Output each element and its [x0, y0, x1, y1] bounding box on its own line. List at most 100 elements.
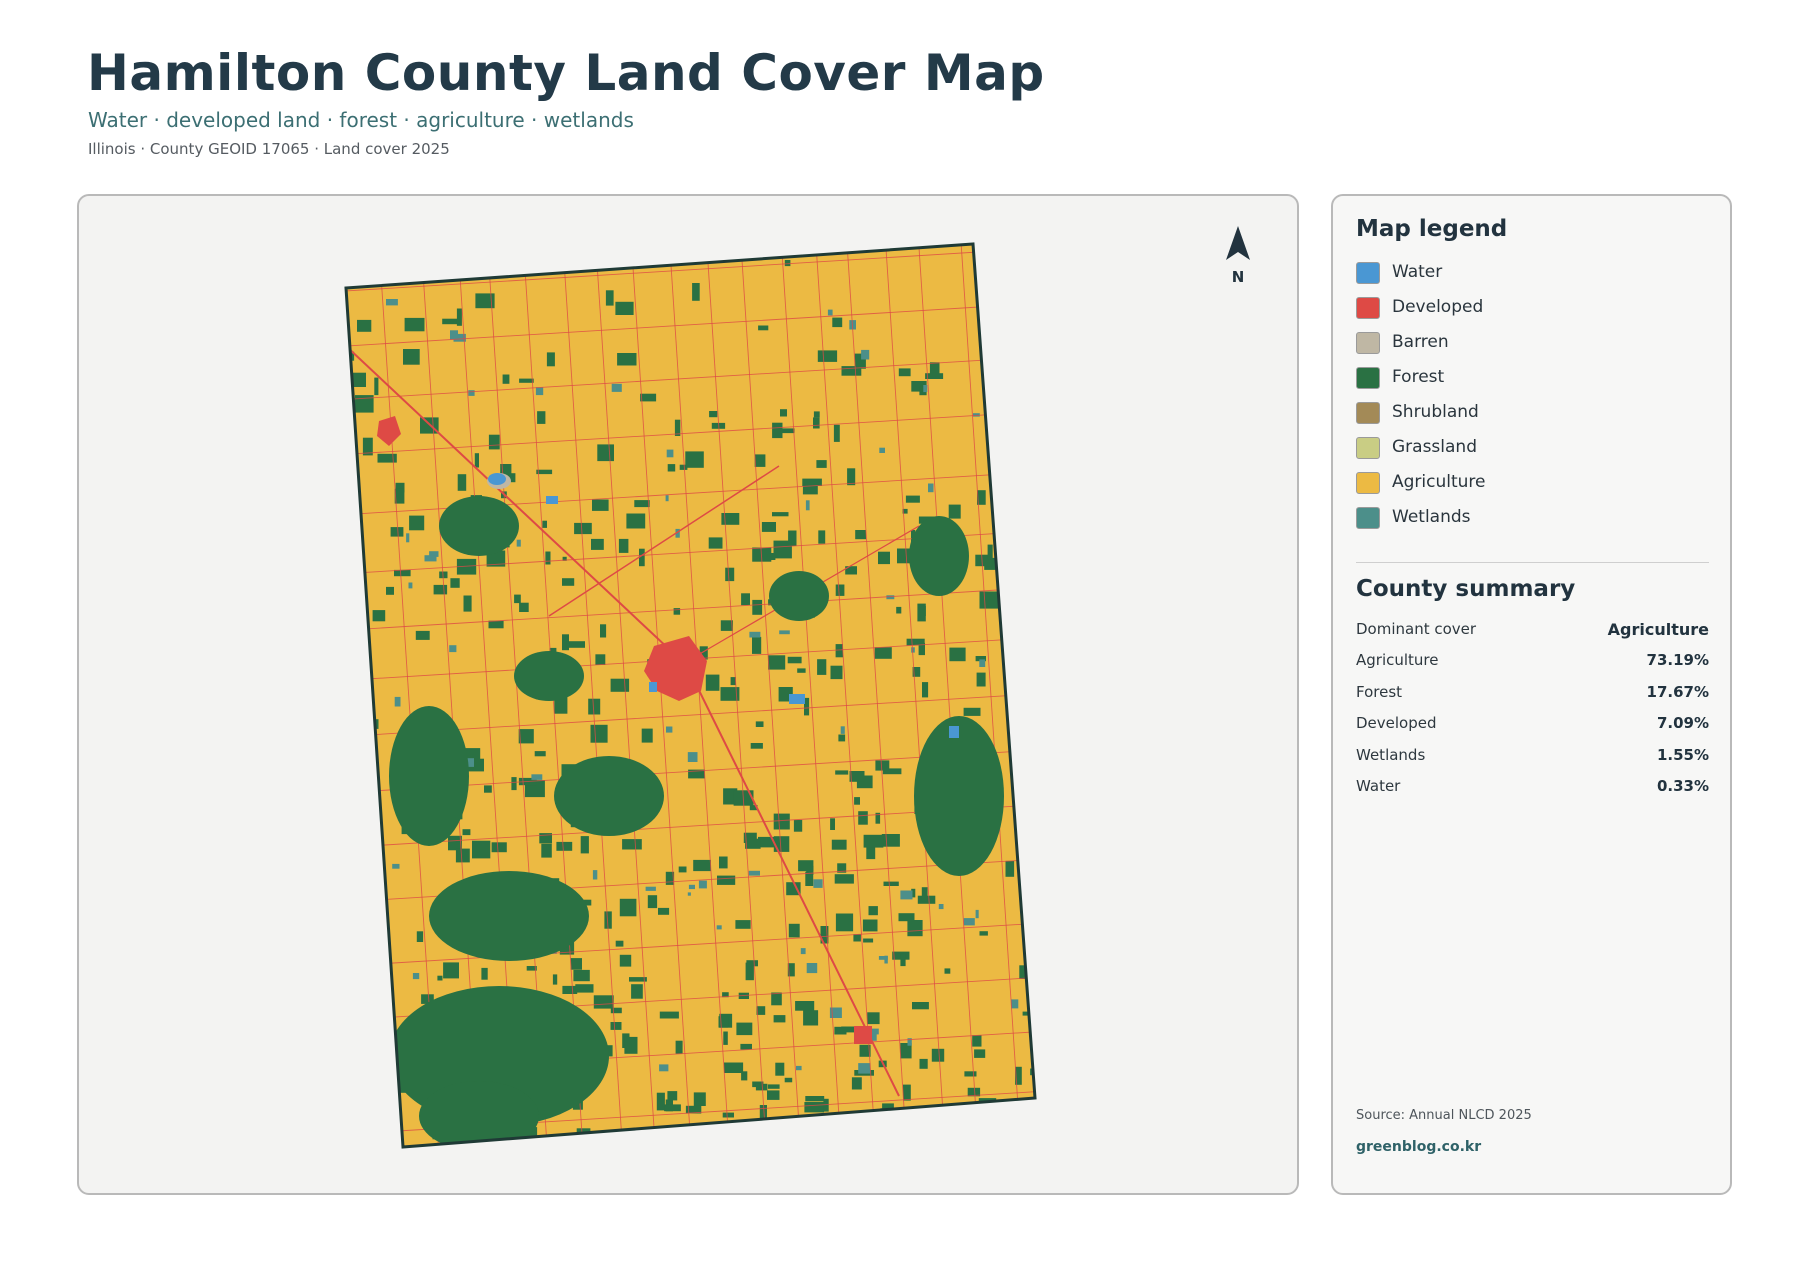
forest-patch [519, 378, 534, 383]
forest-patch [725, 567, 735, 582]
forest-patch [350, 716, 359, 726]
wetland-patch [879, 447, 885, 453]
forest-patch [718, 1016, 729, 1028]
forest-patch [387, 1030, 393, 1040]
site-link[interactable]: greenblog.co.kr [1356, 1139, 1481, 1155]
forest-patch [964, 1152, 983, 1163]
forest-patch [720, 620, 733, 631]
forest-patch [1005, 860, 1015, 877]
forest-patch [972, 1035, 982, 1047]
forest-patch [875, 760, 890, 771]
forest-patch [754, 454, 766, 467]
legend-swatch-shrubland [1356, 402, 1380, 424]
legend-swatch-forest [1356, 367, 1380, 389]
wetland-patch [928, 483, 934, 493]
land-cover-map[interactable] [79, 196, 1299, 1195]
forest-patch [900, 953, 906, 967]
forest-patch [944, 968, 951, 974]
forest-patch [1025, 825, 1032, 832]
forest-patch [858, 811, 868, 825]
forest-patch [755, 1139, 763, 1147]
forest-patch [681, 1154, 688, 1169]
legend-list: Water Developed Barren Forest Shrubland … [1356, 262, 1486, 542]
legend-swatch-developed [1356, 297, 1380, 319]
forest-patch [593, 995, 614, 1009]
forest-patch [853, 934, 861, 942]
forest-patch [724, 1062, 744, 1073]
forest-patch [994, 398, 1005, 415]
forest-patch [847, 468, 856, 486]
north-arrow-icon [1226, 226, 1250, 260]
forest-patch [835, 584, 845, 596]
forest-patch [1034, 548, 1035, 556]
forest-patch [854, 797, 860, 805]
forest-patch [755, 721, 764, 727]
forest-patch [922, 682, 929, 698]
forest-patch [462, 829, 471, 836]
forest-patch [1027, 930, 1034, 947]
forest-patch [456, 308, 462, 326]
forest-patch [566, 1141, 582, 1147]
forest-patch [685, 451, 704, 468]
forest-patch [591, 538, 604, 550]
forest-patch [855, 530, 866, 540]
legend-item: Developed [1356, 297, 1486, 332]
forest-patch [818, 530, 826, 544]
forest-patch [365, 997, 373, 1010]
summary-value: Agriculture [1607, 620, 1709, 639]
forest-patch [964, 1071, 977, 1077]
forest-patch [570, 958, 582, 970]
map-panel[interactable]: N [77, 194, 1299, 1195]
legend-label: Developed [1392, 297, 1484, 317]
wetland-patch [779, 630, 790, 635]
forest-patch [1032, 702, 1035, 710]
forest-patch [883, 881, 899, 886]
forest-patch [948, 504, 961, 519]
forest-patch [1034, 646, 1035, 654]
wetland-patch [861, 349, 870, 360]
forest-patch [433, 584, 448, 595]
forest-patch [443, 962, 459, 979]
forest-patch [929, 362, 940, 377]
wetland-patch [827, 309, 833, 316]
forest-patch [348, 482, 356, 493]
wetland-patch [716, 925, 722, 930]
forest-patch [775, 1062, 785, 1076]
wetland-patch [886, 595, 895, 600]
forest-patch [354, 1003, 364, 1017]
legend-label: Grassland [1392, 437, 1477, 457]
wetland-patch [531, 774, 543, 780]
forest-patch [409, 515, 425, 531]
wetland-patch [806, 963, 818, 974]
summary-label: Dominant cover [1356, 620, 1477, 638]
forest-patch [741, 1071, 748, 1081]
wetland-patch [408, 582, 413, 589]
forest-patch [693, 859, 711, 872]
wetland-patch [611, 383, 622, 392]
forest-patch [912, 1002, 929, 1010]
forest-patch [619, 954, 632, 967]
wetland-patch [659, 1064, 669, 1072]
legend-item: Forest [1356, 367, 1486, 402]
wetland-patch [535, 387, 544, 396]
legend-label: Forest [1392, 367, 1445, 387]
forest-patch [1022, 1149, 1032, 1167]
forest-patch [641, 728, 653, 743]
forest-patch [457, 474, 467, 491]
forest-patch [448, 835, 462, 851]
forest-patch [722, 1112, 734, 1118]
wetland-patch [698, 880, 707, 889]
forest-patch [999, 1104, 1009, 1120]
summary-table: Dominant cover Agriculture Agriculture 7… [1356, 620, 1709, 808]
wetland-patch [688, 884, 695, 890]
forest-patch [450, 578, 460, 588]
forest-patch [804, 1102, 825, 1113]
forest-patch [442, 318, 458, 325]
forest-patch [755, 1083, 768, 1091]
forest-patch [897, 548, 911, 564]
forest-patch [803, 1010, 819, 1026]
summary-row: Wetlands 1.55% [1356, 746, 1709, 777]
forest-patch [514, 594, 521, 604]
forest-patch [624, 1036, 638, 1054]
source-note: Source: Annual NLCD 2025 [1356, 1108, 1532, 1123]
